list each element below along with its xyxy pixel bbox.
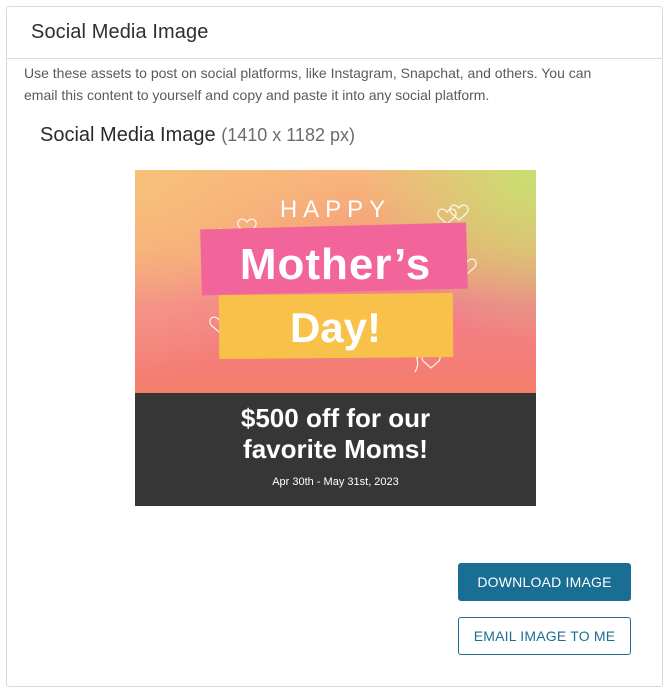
download-image-button[interactable]: DOWNLOAD IMAGE xyxy=(458,563,631,601)
promo-offer-line-1: $500 off for our xyxy=(240,403,431,433)
panel-description: Use these assets to post on social platf… xyxy=(24,65,592,103)
panel-title: Social Media Image xyxy=(31,21,209,43)
email-image-button[interactable]: EMAIL IMAGE TO ME xyxy=(458,617,631,655)
panel-header: Social Media Image xyxy=(7,7,662,59)
promo-mothers-text: Mother’s xyxy=(239,240,432,289)
asset-title: Social Media Image (1410 x 1182 px) xyxy=(40,124,355,147)
promo-offer-text: $500 off for our favorite Moms! xyxy=(135,403,536,465)
promo-day-text: Day! xyxy=(289,304,382,351)
promo-happy-text: HAPPY xyxy=(279,196,392,223)
asset-dimensions: (1410 x 1182 px) xyxy=(221,125,355,145)
promo-offer-line-2: favorite Moms! xyxy=(243,434,428,464)
social-media-preview-image: HAPPY Mother’s Day! $500 off for our fav… xyxy=(135,170,536,506)
asset-title-label: Social Media Image xyxy=(40,124,216,146)
promo-dates: Apr 30th - May 31st, 2023 xyxy=(272,476,399,488)
